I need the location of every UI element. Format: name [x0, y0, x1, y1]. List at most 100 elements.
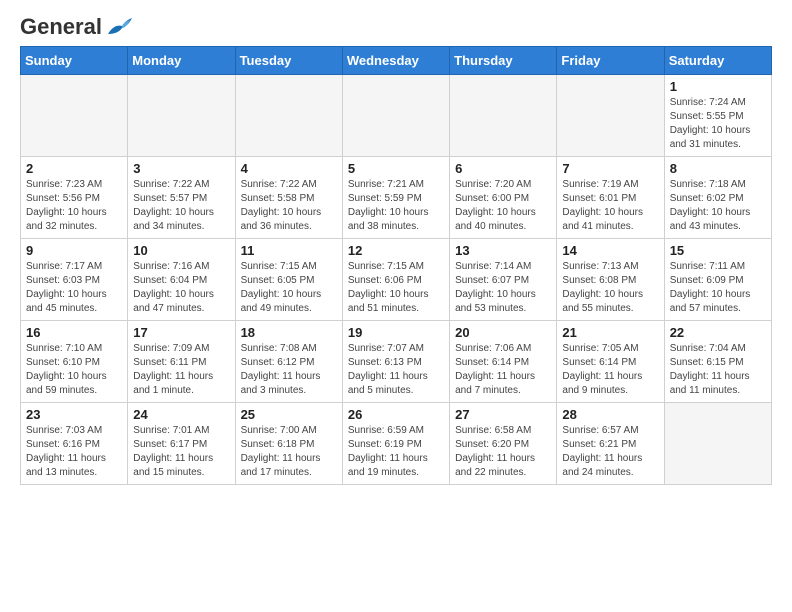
- day-number: 26: [348, 407, 444, 422]
- calendar-week-row: 23 Sunrise: 7:03 AM Sunset: 6:16 PM Dayli…: [21, 403, 772, 485]
- day-number: 13: [455, 243, 551, 258]
- calendar-day-22: 22 Sunrise: 7:04 AM Sunset: 6:15 PM Dayli…: [664, 321, 771, 403]
- day-info: Sunrise: 7:04 AM Sunset: 6:15 PM Dayligh…: [670, 342, 766, 398]
- day-info: Sunrise: 7:20 AM Sunset: 6:00 PM Dayligh…: [455, 178, 551, 234]
- calendar-day-25: 25 Sunrise: 7:00 AM Sunset: 6:18 PM Dayli…: [235, 403, 342, 485]
- day-number: 11: [241, 243, 337, 258]
- day-number: 24: [133, 407, 229, 422]
- day-info: Sunrise: 7:21 AM Sunset: 5:59 PM Dayligh…: [348, 178, 444, 234]
- calendar-day-2: 2 Sunrise: 7:23 AM Sunset: 5:56 PM Daylig…: [21, 157, 128, 239]
- day-number: 12: [348, 243, 444, 258]
- calendar-week-row: 2 Sunrise: 7:23 AM Sunset: 5:56 PM Daylig…: [21, 157, 772, 239]
- calendar-day-20: 20 Sunrise: 7:06 AM Sunset: 6:14 PM Dayli…: [450, 321, 557, 403]
- calendar-day-13: 13 Sunrise: 7:14 AM Sunset: 6:07 PM Dayli…: [450, 239, 557, 321]
- calendar-day-26: 26 Sunrise: 6:59 AM Sunset: 6:19 PM Dayli…: [342, 403, 449, 485]
- day-info: Sunrise: 7:00 AM Sunset: 6:18 PM Dayligh…: [241, 424, 337, 480]
- day-number: 15: [670, 243, 766, 258]
- calendar-day-19: 19Sunrise: 7:07 AM Sunset: 6:13 PM Dayli…: [342, 321, 449, 403]
- day-info: Sunrise: 7:24 AM Sunset: 5:55 PM Dayligh…: [670, 96, 766, 152]
- day-number: 4: [241, 161, 337, 176]
- day-number: 2: [26, 161, 122, 176]
- day-number: 18: [241, 325, 337, 340]
- day-number: 3: [133, 161, 229, 176]
- calendar-empty-cell: [664, 403, 771, 485]
- day-number: 21: [562, 325, 658, 340]
- calendar-day-3: 3 Sunrise: 7:22 AM Sunset: 5:57 PM Daylig…: [128, 157, 235, 239]
- calendar-day-27: 27 Sunrise: 6:58 AM Sunset: 6:20 PM Dayli…: [450, 403, 557, 485]
- weekday-header-friday: Friday: [557, 47, 664, 75]
- calendar-day-24: 24 Sunrise: 7:01 AM Sunset: 6:17 PM Dayli…: [128, 403, 235, 485]
- day-number: 8: [670, 161, 766, 176]
- day-number: 7: [562, 161, 658, 176]
- calendar-day-1: 1 Sunrise: 7:24 AM Sunset: 5:55 PM Daylig…: [664, 75, 771, 157]
- calendar-empty-cell: [235, 75, 342, 157]
- calendar-day-10: 10 Sunrise: 7:16 AM Sunset: 6:04 PM Dayli…: [128, 239, 235, 321]
- day-info: Sunrise: 7:09 AM Sunset: 6:11 PM Dayligh…: [133, 342, 229, 398]
- day-number: 9: [26, 243, 122, 258]
- weekday-header-thursday: Thursday: [450, 47, 557, 75]
- calendar-week-row: 16 Sunrise: 7:10 AM Sunset: 6:10 PM Dayli…: [21, 321, 772, 403]
- day-number: 14: [562, 243, 658, 258]
- header: General: [20, 16, 772, 38]
- day-number: 20: [455, 325, 551, 340]
- day-info: Sunrise: 7:06 AM Sunset: 6:14 PM Dayligh…: [455, 342, 551, 398]
- calendar-empty-cell: [128, 75, 235, 157]
- day-info: Sunrise: 7:15 AM Sunset: 6:05 PM Dayligh…: [241, 260, 337, 316]
- day-info: Sunrise: 6:58 AM Sunset: 6:20 PM Dayligh…: [455, 424, 551, 480]
- day-info: Sunrise: 7:01 AM Sunset: 6:17 PM Dayligh…: [133, 424, 229, 480]
- calendar-day-4: 4 Sunrise: 7:22 AM Sunset: 5:58 PM Daylig…: [235, 157, 342, 239]
- day-number: 22: [670, 325, 766, 340]
- day-info: Sunrise: 7:19 AM Sunset: 6:01 PM Dayligh…: [562, 178, 658, 234]
- day-info: Sunrise: 7:23 AM Sunset: 5:56 PM Dayligh…: [26, 178, 122, 234]
- day-info: Sunrise: 7:03 AM Sunset: 6:16 PM Dayligh…: [26, 424, 122, 480]
- day-number: 10: [133, 243, 229, 258]
- day-number: 25: [241, 407, 337, 422]
- day-number: 28: [562, 407, 658, 422]
- day-info: Sunrise: 7:11 AM Sunset: 6:09 PM Dayligh…: [670, 260, 766, 316]
- day-number: 16: [26, 325, 122, 340]
- calendar-week-row: 1 Sunrise: 7:24 AM Sunset: 5:55 PM Daylig…: [21, 75, 772, 157]
- day-number: 19: [348, 325, 444, 340]
- weekday-header-saturday: Saturday: [664, 47, 771, 75]
- calendar-header-row: SundayMondayTuesdayWednesdayThursdayFrid…: [21, 47, 772, 75]
- calendar-day-8: 8 Sunrise: 7:18 AM Sunset: 6:02 PM Daylig…: [664, 157, 771, 239]
- logo-general-text: General: [20, 16, 102, 38]
- day-info: Sunrise: 7:18 AM Sunset: 6:02 PM Dayligh…: [670, 178, 766, 234]
- calendar-day-16: 16 Sunrise: 7:10 AM Sunset: 6:10 PM Dayli…: [21, 321, 128, 403]
- day-number: 1: [670, 79, 766, 94]
- calendar-day-17: 17Sunrise: 7:09 AM Sunset: 6:11 PM Dayli…: [128, 321, 235, 403]
- day-number: 27: [455, 407, 551, 422]
- weekday-header-monday: Monday: [128, 47, 235, 75]
- day-info: Sunrise: 7:22 AM Sunset: 5:57 PM Dayligh…: [133, 178, 229, 234]
- day-info: Sunrise: 6:57 AM Sunset: 6:21 PM Dayligh…: [562, 424, 658, 480]
- calendar-table: SundayMondayTuesdayWednesdayThursdayFrid…: [20, 46, 772, 485]
- weekday-header-tuesday: Tuesday: [235, 47, 342, 75]
- day-info: Sunrise: 7:05 AM Sunset: 6:14 PM Dayligh…: [562, 342, 658, 398]
- day-info: Sunrise: 7:13 AM Sunset: 6:08 PM Dayligh…: [562, 260, 658, 316]
- day-number: 23: [26, 407, 122, 422]
- day-info: Sunrise: 6:59 AM Sunset: 6:19 PM Dayligh…: [348, 424, 444, 480]
- day-info: Sunrise: 7:22 AM Sunset: 5:58 PM Dayligh…: [241, 178, 337, 234]
- calendar-empty-cell: [557, 75, 664, 157]
- day-info: Sunrise: 7:14 AM Sunset: 6:07 PM Dayligh…: [455, 260, 551, 316]
- calendar-day-23: 23 Sunrise: 7:03 AM Sunset: 6:16 PM Dayli…: [21, 403, 128, 485]
- day-number: 5: [348, 161, 444, 176]
- day-number: 6: [455, 161, 551, 176]
- calendar-day-7: 7 Sunrise: 7:19 AM Sunset: 6:01 PM Daylig…: [557, 157, 664, 239]
- calendar-week-row: 9 Sunrise: 7:17 AM Sunset: 6:03 PM Daylig…: [21, 239, 772, 321]
- day-info: Sunrise: 7:17 AM Sunset: 6:03 PM Dayligh…: [26, 260, 122, 316]
- calendar-day-12: 12 Sunrise: 7:15 AM Sunset: 6:06 PM Dayli…: [342, 239, 449, 321]
- calendar-empty-cell: [450, 75, 557, 157]
- day-info: Sunrise: 7:15 AM Sunset: 6:06 PM Dayligh…: [348, 260, 444, 316]
- day-info: Sunrise: 7:10 AM Sunset: 6:10 PM Dayligh…: [26, 342, 122, 398]
- calendar-day-9: 9 Sunrise: 7:17 AM Sunset: 6:03 PM Daylig…: [21, 239, 128, 321]
- calendar-day-21: 21 Sunrise: 7:05 AM Sunset: 6:14 PM Dayli…: [557, 321, 664, 403]
- day-info: Sunrise: 7:08 AM Sunset: 6:12 PM Dayligh…: [241, 342, 337, 398]
- calendar-day-28: 28 Sunrise: 6:57 AM Sunset: 6:21 PM Dayli…: [557, 403, 664, 485]
- day-info: Sunrise: 7:16 AM Sunset: 6:04 PM Dayligh…: [133, 260, 229, 316]
- calendar-day-5: 5 Sunrise: 7:21 AM Sunset: 5:59 PM Daylig…: [342, 157, 449, 239]
- calendar-day-15: 15 Sunrise: 7:11 AM Sunset: 6:09 PM Dayli…: [664, 239, 771, 321]
- calendar-empty-cell: [342, 75, 449, 157]
- page: General SundayMondayTuesdayWednesdayThur…: [0, 0, 792, 501]
- calendar-empty-cell: [21, 75, 128, 157]
